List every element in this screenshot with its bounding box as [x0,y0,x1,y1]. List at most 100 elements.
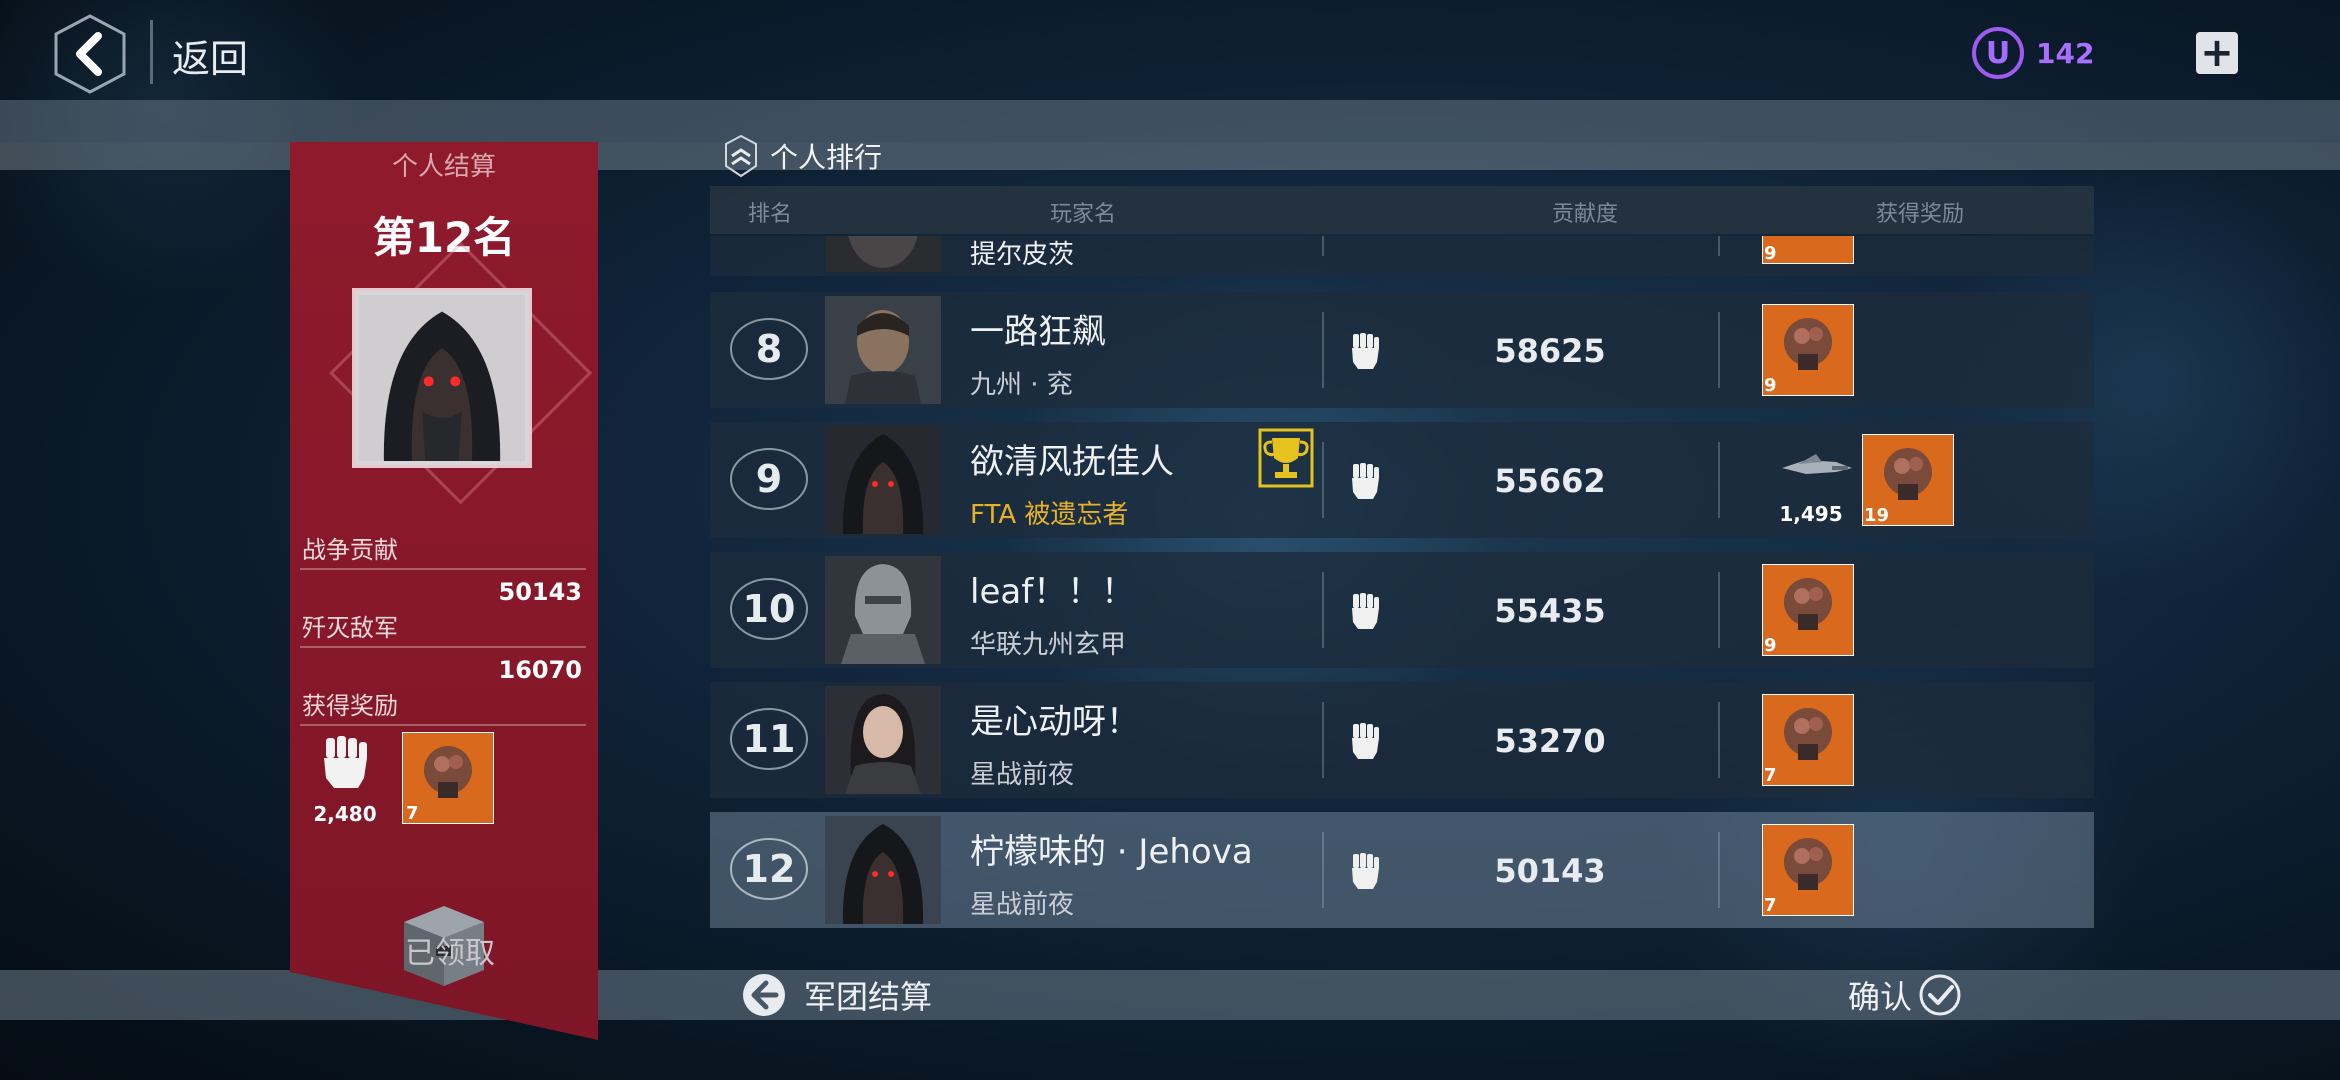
reward-item[interactable]: 7 [1761,823,1855,917]
player-name: 欲清风抚佳人 [970,442,1174,482]
reward-count: 9 [1764,635,1777,656]
reward-item[interactable]: 9 [1761,563,1855,657]
panel-title: 个人结算 [391,152,496,182]
table-row-current-player[interactable]: 12 柠檬味的 · Jehova 星战前夜 50143 7 [710,812,2094,928]
kills-label: 歼灭敌军 [302,614,398,642]
table-header: 排名 玩家名 贡献度 获得奖励 [710,186,2094,234]
reward-item[interactable]: 19 [1861,433,1955,527]
ship-icon[interactable] [1776,442,1858,486]
reward-count: 9 [1764,375,1777,396]
contribution-label: 战争贡献 [302,536,398,564]
soldier-avatar-icon [825,296,941,404]
contribution-value: 58625 [1494,332,1606,370]
table-row[interactable]: 9 欲清风抚佳人 FTA 被遗忘者 55662 1,495 19 [710,422,2094,538]
divider [1322,312,1324,388]
confirm-button[interactable]: 确认 [1848,970,1962,1020]
reward-fist-count: 2,480 [313,802,377,826]
rank-number: 12 [742,847,796,891]
ranking-title-bar: 个人排行 [724,134,882,178]
table-row[interactable]: 8 一路狂飙 九州 · 兖 58625 9 [710,292,2094,408]
currency-value: 142 [2036,36,2095,70]
add-currency-button[interactable]: + [2196,32,2238,74]
player-name: 柠檬味的 · Jehova [970,832,1253,872]
fist-icon [1352,853,1379,889]
header-reward: 获得奖励 [1876,202,1965,227]
legion-settlement-label: 军团结算 [804,978,933,1016]
header-contribution: 贡献度 [1552,202,1619,227]
top-bar: 返回 U 142 + [0,0,2340,100]
player-guild: 华联九州玄甲 [970,630,1127,660]
table-row[interactable]: 10 leaf！！！ 华联九州玄甲 55435 9 [710,552,2094,668]
ranking-list[interactable]: 提尔皮茨 9 8 一路狂飙 九州 · 兖 58625 9 9 欲清风抚佳人 FT… [710,236,2094,928]
divider [300,568,586,570]
ranking-title: 个人排行 [770,141,883,174]
reward-item[interactable]: 9 [1761,303,1855,397]
fist-icon [1352,333,1379,369]
rewards-label: 获得奖励 [302,692,398,720]
claimed-label: 已领取 [405,936,495,971]
reward-count: 9 [1764,243,1777,264]
avatar[interactable] [825,296,941,404]
fist-icon [1352,723,1379,759]
avatar [825,236,941,272]
divider [300,646,586,648]
back-button[interactable] [52,12,128,96]
contribution-value: 55662 [1494,462,1606,500]
avatar[interactable] [825,816,941,924]
divider [1322,702,1324,778]
ship-count: 1,495 [1779,502,1843,526]
currency-display: U 142 [1972,27,2094,79]
reward-count: 19 [1864,505,1890,526]
legion-settlement-button[interactable]: 军团结算 [740,970,932,1020]
avatar[interactable] [825,686,941,794]
back-arrow-icon [54,14,126,94]
divider [300,724,586,726]
player-name: 提尔皮茨 [970,240,1075,270]
confirm-label: 确认 [1848,978,1913,1016]
reward-count: 7 [1764,895,1777,916]
personal-summary-panel: 个人结算 第12名 战争贡献 50143 歼灭敌军 16070 获得奖励 2,4… [290,142,598,1040]
contribution-value: 50143 [1494,852,1606,890]
rank-number: 9 [755,457,783,501]
header-rank: 排名 [748,202,793,227]
rank-number: 11 [742,717,796,761]
fist-icon [1352,593,1379,629]
hooded-avatar-icon [825,426,941,534]
reward-item[interactable]: 9 [1761,236,1855,265]
divider [1322,572,1324,648]
kills-value: 16070 [498,656,583,684]
woman-avatar-icon [825,686,941,794]
contribution-value: 55435 [1494,592,1606,630]
reward-item[interactable]: 7 [401,731,495,825]
divider [1718,702,1720,778]
currency-u-icon: U [1972,27,2024,79]
header-band [0,100,2340,142]
avatar[interactable] [825,426,941,534]
avatar[interactable] [825,556,941,664]
table-row[interactable]: 11 是心动呀！ 星战前夜 53270 7 [710,682,2094,798]
avatar-image [825,236,941,272]
hooded-avatar-icon [825,816,941,924]
reward-item[interactable]: 7 [1761,693,1855,787]
header-player: 玩家名 [1050,202,1117,227]
reward-item-count: 7 [406,803,419,824]
back-label[interactable]: 返回 [172,28,248,83]
player-name: 一路狂飙 [970,312,1106,352]
table-row[interactable]: 提尔皮茨 9 [710,236,2094,276]
player-guild: 星战前夜 [970,890,1075,920]
trophy-icon [1258,428,1314,488]
personal-rank: 第12名 [372,213,516,262]
rank-chevron-icon [725,134,757,178]
player-portrait [352,288,532,468]
fist-icon [1352,463,1379,499]
divider [1718,312,1720,388]
divider [1718,236,1720,256]
contribution-value: 50143 [498,578,583,606]
player-guild: FTA 被遗忘者 [970,500,1129,530]
player-guild: 星战前夜 [970,760,1075,790]
divider [1322,236,1324,256]
player-name: leaf！！！ [970,572,1136,612]
divider [1718,442,1720,518]
arrow-left-circle-icon [743,974,785,1016]
rank-number: 10 [742,587,796,631]
